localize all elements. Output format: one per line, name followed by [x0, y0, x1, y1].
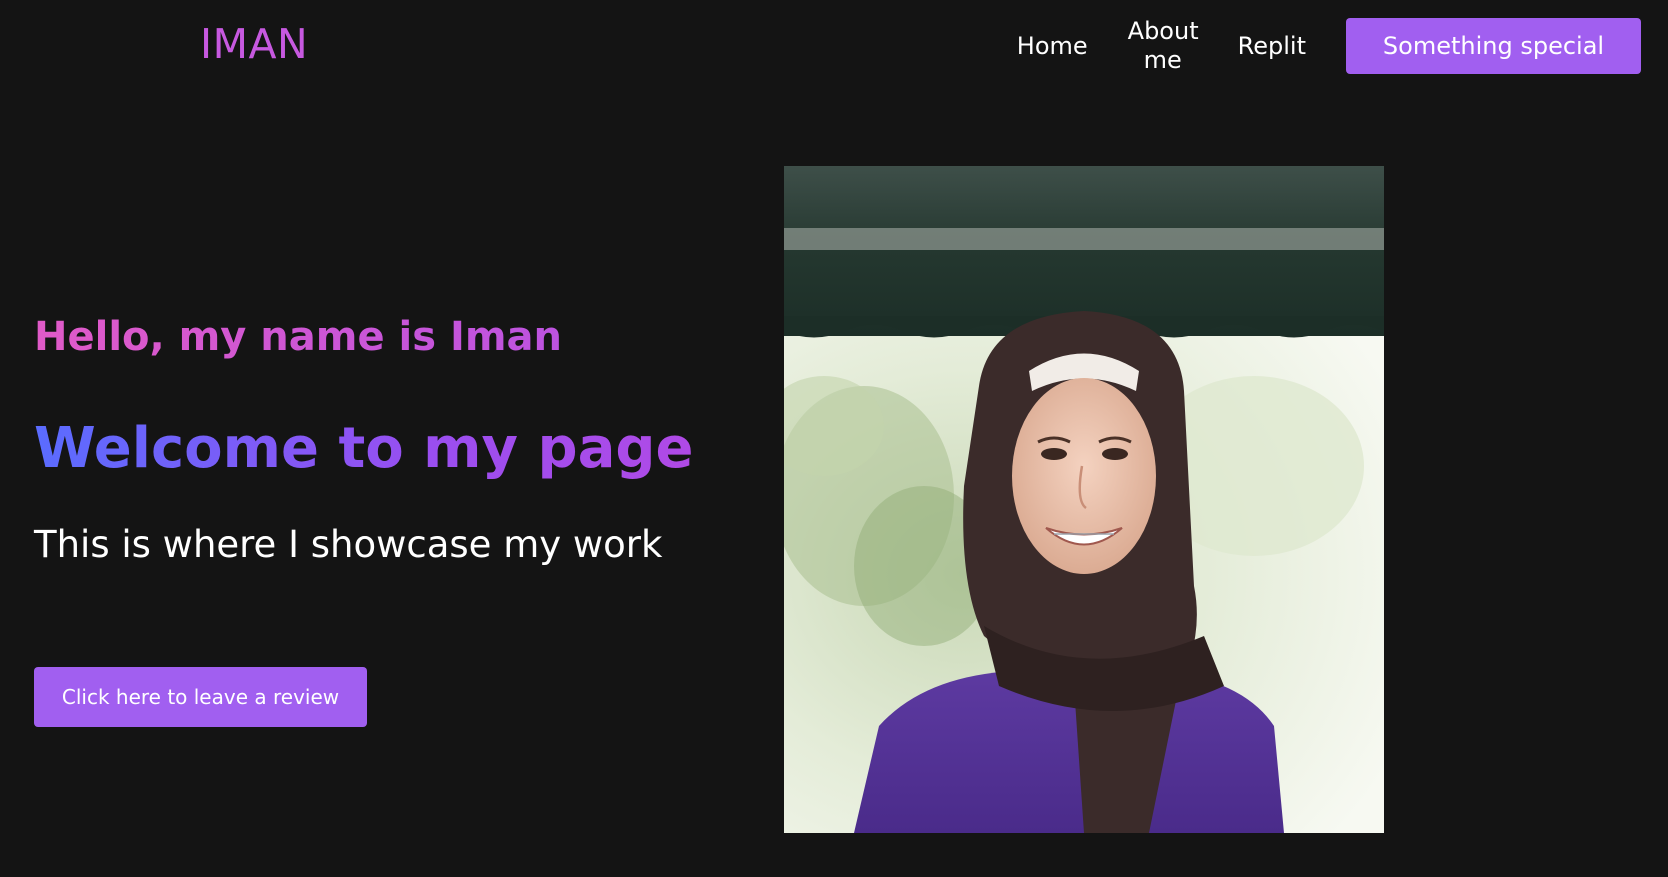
- leave-review-button[interactable]: Click here to leave a review: [34, 667, 367, 727]
- logo[interactable]: IMAN: [200, 20, 308, 68]
- page: IMAN Home About me Replit Something spec…: [0, 0, 1668, 877]
- nav-home[interactable]: Home: [1017, 32, 1088, 61]
- nav-replit[interactable]: Replit: [1238, 32, 1306, 61]
- hero-text: Hello, my name is Iman Welcome to my pag…: [34, 310, 693, 570]
- main-nav: Home About me Replit Something special: [1017, 17, 1641, 75]
- portrait-photo: [784, 166, 1384, 833]
- greeting-heading: Hello, my name is Iman: [34, 310, 693, 364]
- welcome-heading: Welcome to my page: [34, 414, 693, 484]
- something-special-button[interactable]: Something special: [1346, 18, 1641, 74]
- subtitle: This is where I showcase my work: [34, 523, 663, 566]
- nav-about-me[interactable]: About me: [1128, 17, 1199, 75]
